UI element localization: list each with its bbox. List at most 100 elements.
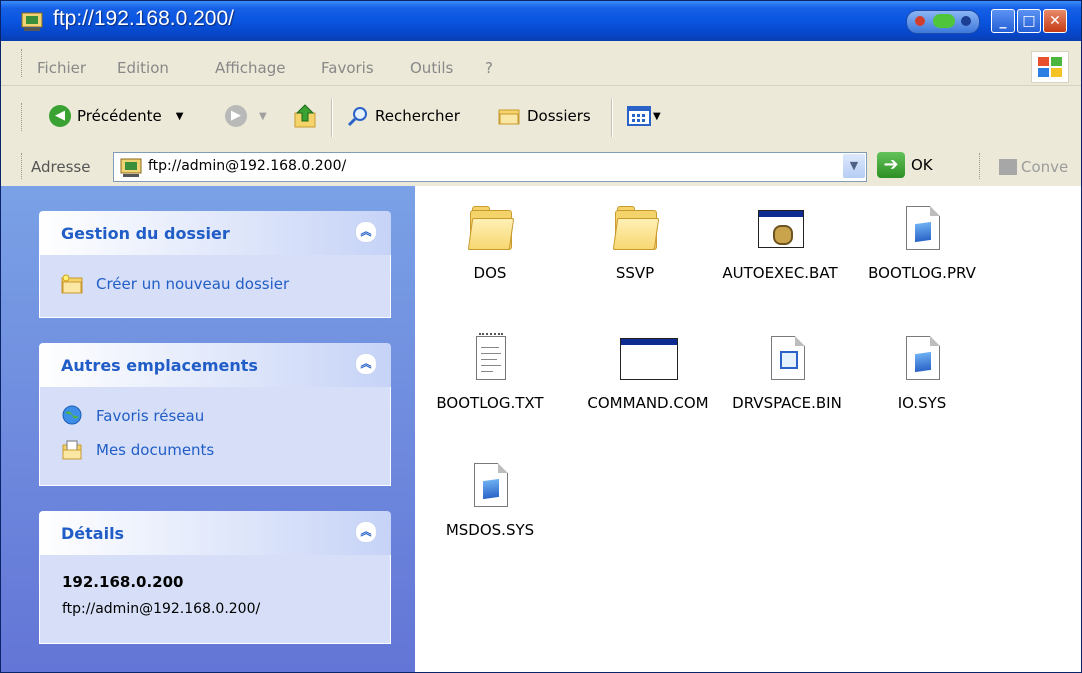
go-arrow-icon: ➔ bbox=[877, 152, 905, 178]
file-item[interactable]: COMMAND.COM bbox=[573, 334, 723, 412]
my-documents-icon bbox=[62, 440, 82, 460]
panel-body: 192.168.0.200 ftp://admin@192.168.0.200/ bbox=[39, 555, 391, 644]
up-folder-icon bbox=[294, 104, 316, 128]
binary-file-icon bbox=[763, 334, 811, 382]
address-grip[interactable] bbox=[21, 153, 25, 179]
task-label: Mes documents bbox=[96, 441, 215, 459]
panel-details-header[interactable]: Détails ︽ bbox=[39, 511, 391, 555]
up-folder-button[interactable] bbox=[293, 103, 319, 129]
task-network-places[interactable]: Favoris réseau bbox=[60, 405, 204, 427]
collapse-chevron-icon[interactable]: ︽ bbox=[355, 353, 377, 375]
explorer-window: ftp://192.168.0.200/ _ □ ✕ Fichier Editi… bbox=[0, 0, 1082, 673]
minimize-button[interactable]: _ bbox=[991, 9, 1015, 33]
collapse-chevron-icon[interactable]: ︽ bbox=[355, 221, 377, 243]
menu-outils[interactable]: Outils bbox=[410, 59, 453, 77]
collapse-chevron-icon[interactable]: ︽ bbox=[355, 521, 377, 543]
toolbar-badge-icon bbox=[906, 10, 980, 34]
folders-label: Dossiers bbox=[527, 107, 591, 125]
file-name: COMMAND.COM bbox=[587, 394, 709, 412]
file-item[interactable]: BOOTLOG.TXT bbox=[415, 333, 565, 412]
file-item[interactable]: MSDOS.SYS bbox=[415, 461, 565, 539]
folder-icon bbox=[611, 204, 660, 252]
menu-affichage[interactable]: Affichage bbox=[215, 59, 285, 77]
links-grip[interactable] bbox=[979, 153, 983, 179]
menu-bar: Fichier Edition Affichage Favoris Outils… bbox=[1, 41, 1081, 86]
file-item[interactable]: IO.SYS bbox=[847, 334, 997, 412]
task-pane: Gestion du dossier ︽ Créer un nouveau do… bbox=[1, 186, 415, 672]
file-item[interactable]: BOOTLOG.PRV bbox=[847, 204, 997, 282]
file-name: MSDOS.SYS bbox=[445, 521, 535, 539]
search-button[interactable]: Rechercher bbox=[347, 105, 460, 127]
forward-button[interactable]: ▶ ▼ bbox=[225, 105, 267, 127]
forward-dropdown-icon[interactable]: ▼ bbox=[259, 111, 267, 122]
search-label: Rechercher bbox=[375, 107, 460, 125]
go-label: OK bbox=[911, 156, 933, 174]
task-my-documents[interactable]: Mes documents bbox=[60, 439, 214, 461]
links-button[interactable]: Conve bbox=[999, 158, 1068, 176]
panel-title: Autres emplacements bbox=[61, 356, 258, 375]
folders-button[interactable]: Dossiers bbox=[497, 105, 591, 127]
address-bar: Adresse ftp://admin@192.168.0.200/ ▼ ➔ O… bbox=[1, 147, 1081, 185]
links-label: Conve bbox=[1021, 158, 1069, 176]
maximize-button[interactable]: □ bbox=[1017, 9, 1041, 33]
views-icon bbox=[627, 106, 651, 126]
file-name: DRVSPACE.BIN bbox=[732, 394, 842, 412]
text-file-icon bbox=[466, 333, 514, 382]
menu-grip[interactable] bbox=[21, 49, 25, 77]
file-name: DOS bbox=[473, 264, 507, 282]
toolbar-grip[interactable] bbox=[21, 103, 25, 131]
views-button[interactable]: ▼ bbox=[627, 105, 661, 127]
panel-body: Favoris réseau Mes documents bbox=[39, 387, 391, 486]
windows-logo-icon bbox=[1031, 51, 1069, 83]
search-icon bbox=[347, 107, 367, 127]
panel-folder-tasks-header[interactable]: Gestion du dossier ︽ bbox=[39, 211, 391, 255]
system-file-icon bbox=[466, 461, 514, 509]
network-globe-icon bbox=[62, 405, 82, 425]
task-new-folder[interactable]: Créer un nouveau dossier bbox=[60, 273, 289, 295]
details-name: 192.168.0.200 bbox=[62, 573, 184, 591]
menu-favoris[interactable]: Favoris bbox=[321, 59, 374, 77]
address-dropdown-icon[interactable]: ▼ bbox=[843, 154, 865, 178]
close-button[interactable]: ✕ bbox=[1043, 9, 1067, 33]
go-button[interactable]: ➔ OK bbox=[877, 152, 933, 178]
program-icon bbox=[618, 334, 678, 382]
file-name: AUTOEXEC.BAT bbox=[722, 264, 838, 282]
forward-arrow-icon: ▶ bbox=[225, 105, 247, 127]
panel-details: Détails ︽ 192.168.0.200 ftp://admin@192.… bbox=[39, 511, 391, 644]
task-label: Favoris réseau bbox=[96, 407, 205, 425]
toolbar-separator bbox=[611, 99, 613, 137]
panel-title: Gestion du dossier bbox=[61, 224, 230, 243]
back-label: Précédente bbox=[77, 107, 162, 125]
file-item[interactable]: SSVP bbox=[560, 204, 710, 282]
menu-fichier[interactable]: Fichier bbox=[37, 59, 86, 77]
panel-other-places: Autres emplacements ︽ Favoris réseau Mes… bbox=[39, 343, 391, 486]
task-label: Créer un nouveau dossier bbox=[96, 275, 290, 293]
system-file-icon bbox=[898, 204, 946, 252]
panel-body: Créer un nouveau dossier bbox=[39, 255, 391, 318]
file-item[interactable]: DOS bbox=[415, 204, 565, 282]
address-input[interactable]: ftp://admin@192.168.0.200/ ▼ bbox=[113, 152, 867, 182]
address-value: ftp://admin@192.168.0.200/ bbox=[148, 158, 347, 174]
panel-other-places-header[interactable]: Autres emplacements ︽ bbox=[39, 343, 391, 387]
back-button[interactable]: ◀ Précédente ▼ bbox=[49, 105, 183, 127]
panel-title: Détails bbox=[61, 524, 125, 543]
back-dropdown-icon[interactable]: ▼ bbox=[176, 111, 184, 122]
folder-icon bbox=[466, 204, 515, 252]
address-label: Adresse bbox=[31, 158, 91, 176]
panel-folder-tasks: Gestion du dossier ︽ Créer un nouveau do… bbox=[39, 211, 391, 318]
file-name: IO.SYS bbox=[897, 394, 947, 412]
menu-help[interactable]: ? bbox=[485, 59, 493, 77]
views-dropdown-icon[interactable]: ▼ bbox=[653, 111, 661, 122]
batch-file-icon bbox=[756, 204, 804, 252]
toolbar-separator bbox=[331, 99, 333, 137]
file-name: SSVP bbox=[615, 264, 655, 282]
file-item[interactable]: DRVSPACE.BIN bbox=[712, 334, 862, 412]
title-bar[interactable]: ftp://192.168.0.200/ _ □ ✕ bbox=[1, 1, 1081, 41]
file-name: BOOTLOG.PRV bbox=[868, 264, 976, 282]
back-arrow-icon: ◀ bbox=[49, 105, 71, 127]
file-item[interactable]: AUTOEXEC.BAT bbox=[705, 204, 855, 282]
ftp-folder-icon bbox=[120, 158, 142, 177]
menu-edition[interactable]: Edition bbox=[117, 59, 169, 77]
ftp-folder-icon bbox=[21, 12, 43, 31]
file-name: BOOTLOG.TXT bbox=[436, 394, 544, 412]
